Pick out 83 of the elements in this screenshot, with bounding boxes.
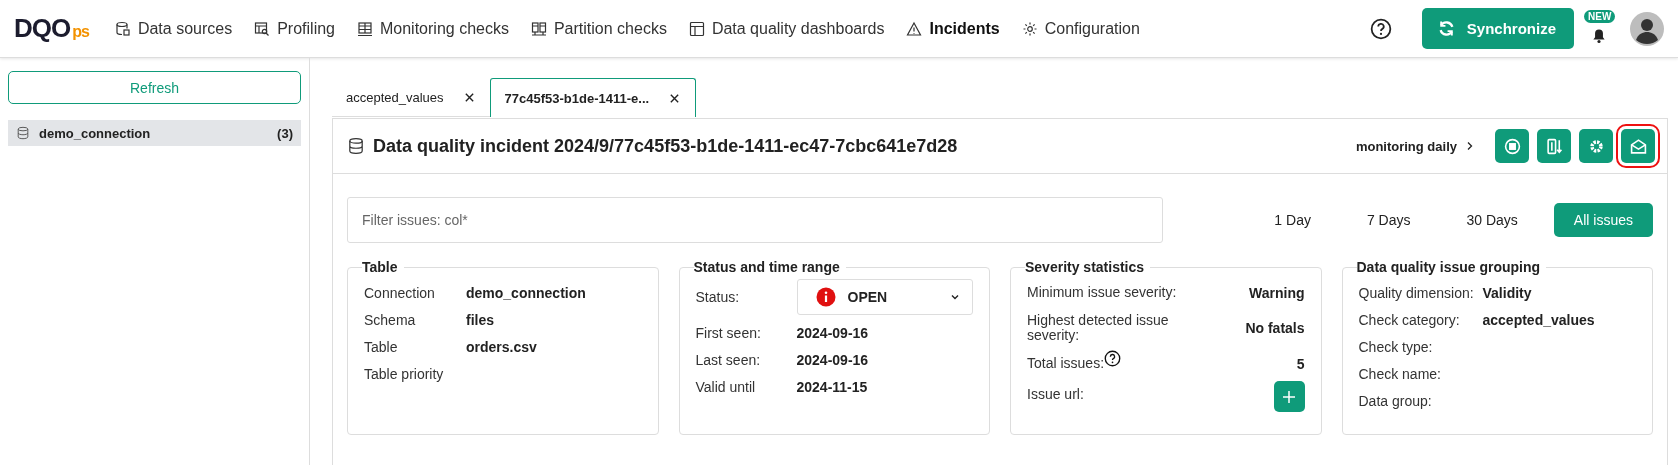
field-value: 5 [1296, 355, 1305, 372]
field-label: Schema [364, 311, 417, 328]
field-label: Check category: [1358, 311, 1461, 328]
field-label: First seen: [695, 324, 762, 341]
field-label: Issue url: [1027, 386, 1084, 403]
field-value: Warning [1249, 284, 1305, 301]
tab-label: 77c45f53-b1de-1411-e... [504, 90, 650, 106]
close-icon[interactable] [669, 92, 681, 104]
field-value: orders.csv [466, 338, 537, 355]
table-icon [357, 20, 373, 37]
field-label: Connection [364, 284, 436, 301]
status-dropdown[interactable]: OPEN [796, 279, 973, 315]
field-label: Minimum issue severity: [1027, 284, 1177, 301]
field-label: Status: [695, 289, 741, 305]
close-icon[interactable] [463, 91, 475, 103]
field-label: Last seen: [695, 351, 762, 368]
tab[interactable]: 77c45f53-b1de-1411-e... [489, 78, 697, 117]
connection-name: demo_connection [39, 125, 151, 141]
stop-button[interactable] [1495, 129, 1529, 163]
settings-button[interactable] [1579, 129, 1613, 163]
field-label: Table [364, 338, 399, 355]
time-range-button[interactable]: All issues [1553, 203, 1653, 237]
card-title: Severity statistics [1025, 259, 1146, 275]
field-label: Highest detected issue severity: [1027, 312, 1170, 344]
nav-link[interactable]: Partition checks [530, 19, 667, 38]
card-title: Table [362, 259, 399, 275]
sort-icon [1545, 137, 1563, 155]
nav-link[interactable]: Monitoring checks [357, 19, 509, 38]
add-button[interactable] [1273, 381, 1305, 412]
time-range-button[interactable]: 30 Days [1446, 203, 1538, 237]
field-label: Total issues: [1027, 355, 1105, 372]
synchronize-button[interactable]: Synchronize [1421, 8, 1574, 49]
nav-link[interactable]: Configuration [1021, 19, 1140, 38]
refresh-icon [1437, 20, 1455, 37]
database-icon [347, 137, 365, 155]
avatar-icon[interactable] [1630, 11, 1664, 46]
chevron-down-icon [950, 292, 960, 302]
logo[interactable]: DQOps [14, 13, 89, 44]
columns-icon [530, 20, 547, 37]
layout-icon [688, 20, 705, 37]
field-label: Data group: [1358, 392, 1433, 409]
nav-link[interactable]: Data sources [114, 19, 233, 38]
stop-icon [1503, 137, 1521, 155]
breadcrumb-link[interactable]: monitoring daily [1355, 138, 1457, 154]
help-icon[interactable] [1104, 349, 1122, 367]
incident-title: Data quality incident 2024/9/77c45f53-b1de-1411-ec47-7cbc641e7d28 [373, 135, 958, 157]
field-value: accepted_values [1482, 311, 1595, 328]
field-label: Valid until [695, 378, 757, 395]
chevron-right-icon [1465, 141, 1475, 151]
field-value: 2024-09-16 [796, 351, 869, 368]
sort-button[interactable] [1537, 129, 1571, 163]
filter-field[interactable]: Filter issues: col* [347, 197, 1163, 243]
nav-link[interactable]: Incidents [906, 19, 1000, 38]
refresh-button[interactable]: Refresh [8, 71, 301, 104]
card-title: Status and time range [693, 259, 841, 275]
field-label: Table priority [364, 365, 445, 382]
tab-label: accepted_values [346, 89, 444, 105]
connection-item[interactable]: demo_connection (3) [8, 120, 301, 146]
table-search-icon [254, 20, 271, 37]
field-label: Quality dimension: [1358, 284, 1475, 301]
card-title: Data quality issue grouping [1356, 259, 1542, 275]
database-icon [114, 20, 131, 37]
plus-icon [1282, 389, 1296, 404]
field-value: Validity [1482, 284, 1532, 301]
tab[interactable]: accepted_values [332, 78, 490, 117]
warning-icon [906, 20, 923, 37]
time-range-button[interactable]: 7 Days [1346, 203, 1431, 237]
connection-count: (3) [277, 125, 293, 141]
envelope-icon [1629, 137, 1647, 155]
nav-link[interactable]: Profiling [254, 19, 335, 38]
database-icon [16, 126, 30, 140]
help-icon[interactable] [1369, 17, 1392, 40]
field-label: Check type: [1358, 338, 1434, 355]
field-value: 2024-11-15 [796, 378, 868, 395]
field-value: No fatals [1245, 320, 1305, 336]
nav-link[interactable]: Data quality dashboards [688, 19, 885, 38]
time-range-button[interactable]: 1 Day [1254, 203, 1331, 237]
field-value: files [466, 311, 494, 328]
field-value: demo_connection [466, 284, 586, 301]
new-badge: NEW [1584, 9, 1616, 23]
field-value: 2024-09-16 [796, 324, 869, 341]
field-label: Check name: [1358, 365, 1442, 382]
info-icon [815, 287, 836, 307]
